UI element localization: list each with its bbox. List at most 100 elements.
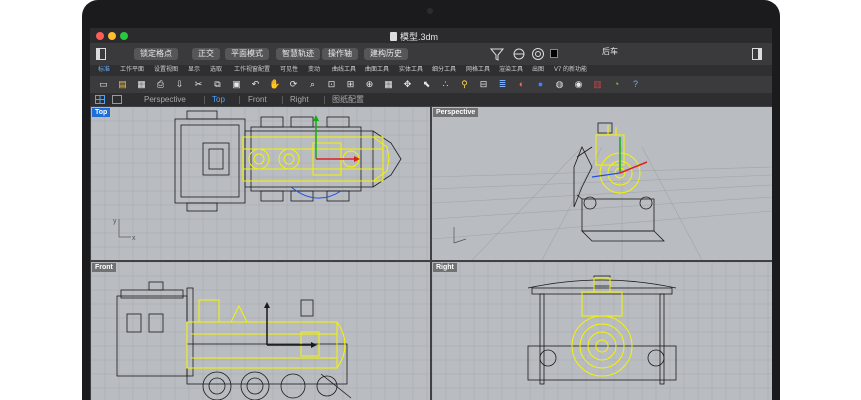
train-selected-front: [186, 299, 346, 369]
material-icon[interactable]: ◐: [516, 79, 527, 90]
move-icon[interactable]: ✥: [402, 79, 413, 90]
filter-icon[interactable]: [490, 47, 504, 61]
viewport-right[interactable]: Right: [432, 262, 772, 400]
toolbar-tab-1[interactable]: 工作平面: [120, 66, 144, 75]
help-icon[interactable]: ?: [630, 79, 641, 90]
color-wheel-icon[interactable]: ◔: [611, 79, 622, 90]
four-view-icon[interactable]: [95, 95, 105, 104]
toolbar-tab-12[interactable]: 网格工具: [466, 66, 490, 75]
toolbar-tab-5[interactable]: 工作视窗配置: [234, 66, 270, 75]
layer-icon[interactable]: ≣: [497, 79, 508, 90]
undo-icon[interactable]: ↶: [250, 79, 261, 90]
cmd-button-1[interactable]: 正交: [192, 48, 220, 60]
gumball-front: [264, 302, 317, 348]
sidebar-toggle-icon[interactable]: [96, 48, 106, 60]
toolbar-tabs: 标准 工作平面 设置视图 显示 选取 工作视窗配置 可见性 变动 曲线工具 曲面工具 实体工具 细分工…: [90, 65, 772, 76]
single-view-icon[interactable]: [112, 95, 122, 104]
zoom-icon[interactable]: ⌕: [307, 79, 318, 90]
close-window-button[interactable]: [96, 32, 104, 40]
panel-toggle-icon[interactable]: [752, 48, 762, 60]
minimize-window-button[interactable]: [108, 32, 116, 40]
grid: [91, 262, 430, 400]
toolbar-tab-11[interactable]: 细分工具: [432, 66, 456, 75]
gumball-top: [290, 115, 360, 199]
app-window: 模型.3dm 锁定格点 正交 平面模式 智慧轨迹 操作轴 建构历史 后车 标准 …: [90, 28, 772, 400]
cmd-button-2[interactable]: 平面模式: [225, 48, 269, 60]
laptop-frame: 模型.3dm 锁定格点 正交 平面模式 智慧轨迹 操作轴 建构历史 后车 标准 …: [82, 0, 780, 400]
cmd-button-3[interactable]: 智慧轨迹: [276, 48, 320, 60]
viewport-perspective[interactable]: Perspective: [432, 107, 772, 260]
viewport-top[interactable]: Top y x: [91, 107, 430, 260]
zoom-window-icon[interactable]: ⊡: [326, 79, 337, 90]
train-selected-perspective: [595, 125, 641, 194]
view-tab-separator: [204, 96, 205, 104]
view-tab-4[interactable]: 图纸配置: [332, 95, 364, 104]
toolbar-tab-9[interactable]: 曲面工具: [365, 66, 389, 75]
view-tab-1[interactable]: Top: [212, 95, 225, 104]
perspective-view-drawing: [432, 122, 772, 260]
zoom-selected-icon[interactable]: ⊕: [364, 79, 375, 90]
save-icon[interactable]: ▦: [136, 79, 147, 90]
toolbar-tab-2[interactable]: 设置视图: [154, 66, 178, 75]
top-view-drawing: y x: [91, 107, 430, 260]
osnap-icon[interactable]: [512, 47, 526, 61]
pan-icon[interactable]: ✋: [269, 79, 280, 90]
main-toolbar: ▭ ▤ ▦ ⎙ ⇩ ✂ ⧉ ▣ ↶ ✋ ⟳ ⌕ ⊡ ⊞ ⊕ ▦ ✥ ⬉ ∴ ⚲ ⊟ ≣ ◐ ● ◍ ◉ ▥ ◔?: [90, 76, 772, 93]
viewport-label-perspective[interactable]: Perspective: [433, 108, 479, 117]
zoom-window-button[interactable]: [120, 32, 128, 40]
toolbar-tab-8[interactable]: 曲线工具: [332, 66, 356, 75]
train-wireframe-front: [116, 281, 352, 400]
toolbar-tab-6[interactable]: 可见性: [280, 66, 298, 75]
target-icon[interactable]: [531, 47, 545, 61]
cut-icon[interactable]: ✂: [193, 79, 204, 90]
train-wireframe-top: [174, 110, 402, 212]
cmd-button-4[interactable]: 操作轴: [322, 48, 358, 60]
cmd-button-5[interactable]: 建构历史: [364, 48, 408, 60]
view-tab-3[interactable]: Right: [290, 95, 309, 104]
viewport-label-right[interactable]: Right: [433, 263, 457, 272]
toolbar-tab-15[interactable]: V7 的新功能: [554, 66, 587, 75]
grid-icon[interactable]: ▦: [383, 79, 394, 90]
toolbar-tab-3[interactable]: 显示: [188, 66, 200, 75]
new-file-icon[interactable]: ▭: [98, 79, 109, 90]
zoom-extents-icon[interactable]: ⊞: [345, 79, 356, 90]
toolbar-tab-0[interactable]: 标准: [98, 66, 110, 75]
cmd-button-0[interactable]: 锁定格点: [134, 48, 178, 60]
axis-indicator-top: [118, 219, 131, 238]
document-icon: [390, 32, 397, 41]
axis-indicator-perspective: [453, 227, 467, 244]
points-on-icon[interactable]: ∴: [440, 79, 451, 90]
toolbar-tab-10[interactable]: 实体工具: [399, 66, 423, 75]
viewport-tabs: Perspective Top Front Right 图纸配置: [90, 93, 772, 106]
open-file-icon[interactable]: ▤: [117, 79, 128, 90]
toolbar-tab-14[interactable]: 出图: [532, 66, 544, 75]
render-sphere-icon[interactable]: ●: [535, 79, 546, 90]
toolbar-tab-7[interactable]: 变动: [308, 66, 320, 75]
view-tab-0[interactable]: Perspective: [144, 95, 186, 104]
select-icon[interactable]: ⬉: [421, 79, 432, 90]
environment-icon[interactable]: ◍: [554, 79, 565, 90]
copy-icon[interactable]: ⧉: [212, 79, 223, 90]
rotate-view-icon[interactable]: ⟳: [288, 79, 299, 90]
print-icon[interactable]: ⎙: [155, 79, 166, 90]
toolbar-tab-4[interactable]: 选取: [210, 66, 222, 75]
axis-y-label: y: [113, 218, 117, 225]
viewport-area: Top y x Perspective Front Right: [90, 106, 772, 400]
lock-icon[interactable]: ⊟: [478, 79, 489, 90]
grid: [432, 262, 772, 400]
viewport-label-top[interactable]: Top: [92, 108, 111, 117]
viewport-label-front[interactable]: Front: [92, 263, 116, 272]
current-layer-label[interactable]: 后车: [602, 46, 618, 57]
lightbulb-icon[interactable]: ⚲: [459, 79, 470, 90]
viewport-front[interactable]: Front: [91, 262, 430, 400]
import-icon[interactable]: ⇩: [174, 79, 185, 90]
view-tab-2[interactable]: Front: [248, 95, 267, 104]
right-view-drawing: [432, 262, 772, 400]
display-mode-icon[interactable]: ▥: [592, 79, 603, 90]
layer-color-swatch[interactable]: [550, 49, 558, 58]
toolbar-tab-13[interactable]: 渲染工具: [499, 66, 523, 75]
title-bar: 模型.3dm: [90, 28, 772, 43]
render-preview-icon[interactable]: ◉: [573, 79, 584, 90]
command-bar: 锁定格点 正交 平面模式 智慧轨迹 操作轴 建构历史 后车: [90, 43, 772, 65]
paste-icon[interactable]: ▣: [231, 79, 242, 90]
